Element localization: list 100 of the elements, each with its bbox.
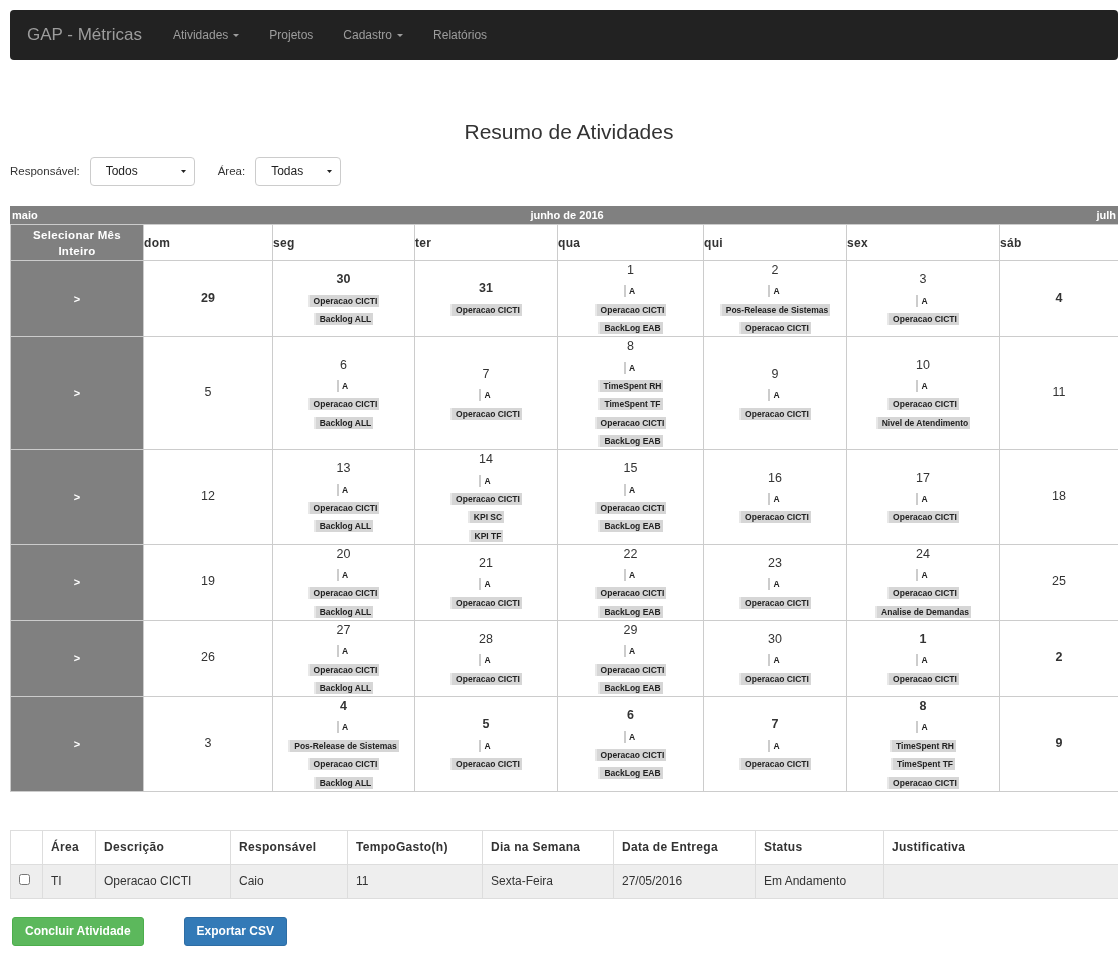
activity-tag[interactable]: Pos-Release de Sistemas xyxy=(288,739,399,752)
activity-label[interactable]: A xyxy=(623,285,638,298)
activity-tag[interactable]: Operacao CICTI xyxy=(307,587,380,600)
activity-label[interactable]: A xyxy=(623,569,638,582)
select-week-button[interactable]: > xyxy=(10,449,144,545)
select-week-button[interactable]: > xyxy=(10,336,144,450)
activity-label[interactable]: A xyxy=(479,654,493,667)
activity-label[interactable]: A xyxy=(623,483,638,496)
day-cell[interactable]: 20 A Operacao CICTI Backlog ALL xyxy=(272,544,415,621)
nav-link[interactable]: Cadastro xyxy=(328,28,419,42)
next-month-link[interactable]: julh xyxy=(1096,209,1116,221)
activity-label[interactable]: A xyxy=(916,379,930,392)
day-cell[interactable]: 29 A Operacao CICTI BackLog EAB xyxy=(557,620,704,697)
activity-label[interactable]: A xyxy=(768,739,782,752)
activity-tag[interactable]: Operacao CICTI xyxy=(450,672,522,685)
activity-tag[interactable]: Operacao CICTI xyxy=(594,587,667,600)
activity-label[interactable]: A xyxy=(768,285,782,298)
day-cell[interactable]: 1 A Operacao CICTI xyxy=(846,620,1000,697)
day-cell[interactable]: 7 A Operacao CICTI xyxy=(703,696,847,792)
activity-tag[interactable]: Operacao CICTI xyxy=(307,294,380,307)
day-cell[interactable]: 27 A Operacao CICTI Backlog ALL xyxy=(272,620,415,697)
day-cell[interactable]: 8 A TimeSpent RH TimeSpent TF Operacao CICTI BackLog EAB xyxy=(557,336,704,450)
activity-tag[interactable]: Operacao CICTI xyxy=(887,672,959,685)
activity-tag[interactable]: Operacao CICTI xyxy=(307,758,380,771)
select-week-button[interactable]: > xyxy=(10,696,144,792)
activity-tag[interactable]: Operacao CICTI xyxy=(594,303,667,316)
activity-label[interactable]: A xyxy=(623,730,638,743)
activity-tag[interactable]: Operacao CICTI xyxy=(450,758,522,771)
activity-tag[interactable]: Operacao CICTI xyxy=(739,672,811,685)
activity-tag[interactable]: BackLog EAB xyxy=(598,767,663,780)
day-cell[interactable]: 10 A Operacao CICTI Nivel de Atendimento xyxy=(846,336,1000,450)
day-cell[interactable]: 19 xyxy=(143,544,273,621)
nav-link[interactable]: Projetos xyxy=(254,28,329,42)
day-cell[interactable]: 21 A Operacao CICTI xyxy=(414,544,558,621)
activity-tag[interactable]: Operacao CICTI xyxy=(739,407,811,420)
day-cell[interactable]: 3 xyxy=(143,696,273,792)
prev-month-link[interactable]: maio xyxy=(12,209,38,221)
day-cell[interactable]: 23 A Operacao CICTI xyxy=(703,544,847,621)
activity-tag[interactable]: Backlog ALL xyxy=(313,520,374,533)
activity-label[interactable]: A xyxy=(916,569,930,582)
activity-tag[interactable]: TimeSpent RH xyxy=(890,739,956,752)
day-cell[interactable]: 6 A Operacao CICTI Backlog ALL xyxy=(272,336,415,450)
activity-tag[interactable]: Operacao CICTI xyxy=(450,492,522,505)
nav-link[interactable]: Atividades xyxy=(157,28,255,42)
activity-tag[interactable]: KPI TF xyxy=(468,529,504,542)
activity-tag[interactable]: Backlog ALL xyxy=(313,776,374,789)
activity-tag[interactable]: Operacao CICTI xyxy=(739,322,811,335)
day-cell[interactable]: 30 Operacao CICTI Backlog ALL xyxy=(272,260,415,337)
activity-label[interactable]: A xyxy=(768,389,782,402)
activity-tag[interactable]: Backlog ALL xyxy=(313,312,374,325)
activity-label[interactable]: A xyxy=(336,483,351,496)
day-cell[interactable]: 9 A Operacao CICTI xyxy=(703,336,847,450)
activity-tag[interactable]: TimeSpent TF xyxy=(890,758,955,771)
day-cell[interactable]: 3 A Operacao CICTI xyxy=(846,260,1000,337)
activity-tag[interactable]: BackLog EAB xyxy=(598,605,663,618)
activity-tag[interactable]: Operacao CICTI xyxy=(887,398,959,411)
day-cell[interactable]: 15 A Operacao CICTI BackLog EAB xyxy=(557,449,704,545)
activity-label[interactable]: A xyxy=(336,721,351,734)
day-cell[interactable]: 30 A Operacao CICTI xyxy=(703,620,847,697)
activity-label[interactable]: A xyxy=(623,361,638,374)
day-cell[interactable]: 13 A Operacao CICTI Backlog ALL xyxy=(272,449,415,545)
activity-tag[interactable]: Operacao CICTI xyxy=(739,511,811,524)
activity-label[interactable]: A xyxy=(336,379,351,392)
activity-label[interactable]: A xyxy=(479,474,493,487)
activity-label[interactable]: A xyxy=(768,492,782,505)
activity-tag[interactable]: Operacao CICTI xyxy=(307,663,380,676)
activity-label[interactable]: A xyxy=(768,578,782,591)
day-cell[interactable]: 5 A Operacao CICTI xyxy=(414,696,558,792)
day-cell[interactable]: 5 xyxy=(143,336,273,450)
day-cell[interactable]: 22 A Operacao CICTI BackLog EAB xyxy=(557,544,704,621)
day-cell[interactable]: 8 A TimeSpent RH TimeSpent TF Operacao CICTI xyxy=(846,696,1000,792)
activity-tag[interactable]: BackLog EAB xyxy=(598,322,663,335)
day-cell[interactable]: 6 A Operacao CICTI BackLog EAB xyxy=(557,696,704,792)
activity-label[interactable]: A xyxy=(916,492,930,505)
activity-tag[interactable]: Nivel de Atendimento xyxy=(875,416,971,429)
row-checkbox[interactable] xyxy=(19,874,30,886)
day-cell[interactable]: 2 A Pos-Release de Sistemas Operacao CICTI xyxy=(703,260,847,337)
brand-link[interactable]: GAP - Métricas xyxy=(27,25,142,45)
activity-tag[interactable]: Operacao CICTI xyxy=(450,303,522,316)
nav-link[interactable]: Relatórios xyxy=(418,28,503,42)
activity-tag[interactable]: Operacao CICTI xyxy=(887,312,959,325)
activity-tag[interactable]: Operacao CICTI xyxy=(594,502,667,515)
day-cell[interactable]: 28 A Operacao CICTI xyxy=(414,620,558,697)
activity-tag[interactable]: Operacao CICTI xyxy=(739,758,811,771)
activity-tag[interactable]: Backlog ALL xyxy=(313,682,374,695)
activity-tag[interactable]: Backlog ALL xyxy=(313,416,374,429)
activity-label[interactable]: A xyxy=(479,739,493,752)
day-cell[interactable]: 31 Operacao CICTI xyxy=(414,260,558,337)
activity-label[interactable]: A xyxy=(336,645,351,658)
activity-tag[interactable]: Operacao CICTI xyxy=(307,502,380,515)
activity-tag[interactable]: Backlog ALL xyxy=(313,605,374,618)
activity-tag[interactable]: TimeSpent RH xyxy=(597,379,664,392)
activity-label[interactable]: A xyxy=(916,721,930,734)
activity-tag[interactable]: Operacao CICTI xyxy=(887,511,959,524)
filter-dropdown[interactable]: Todas xyxy=(255,156,342,186)
day-cell[interactable]: 12 xyxy=(143,449,273,545)
activity-tag[interactable]: Operacao CICTI xyxy=(594,663,667,676)
activity-label[interactable]: A xyxy=(479,578,493,591)
activity-tag[interactable]: Operacao CICTI xyxy=(307,398,380,411)
day-cell[interactable]: 17 A Operacao CICTI xyxy=(846,449,1000,545)
